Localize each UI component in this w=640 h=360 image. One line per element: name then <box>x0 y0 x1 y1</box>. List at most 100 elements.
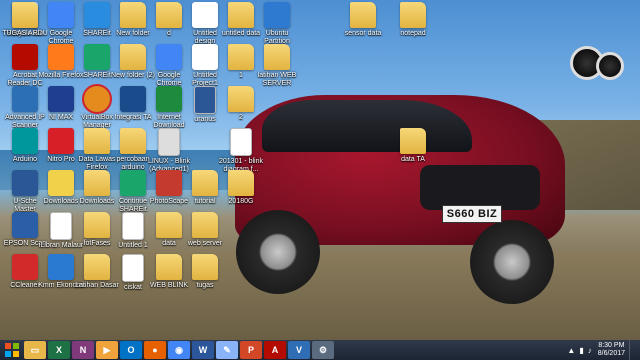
taskbar-word-button[interactable]: W <box>192 341 214 359</box>
file-explorer-icon: ▭ <box>30 344 40 355</box>
taskbar-pinned-apps: ▭ X N ▶ O ● ◉ W ✎ P A V ⚙ <box>24 341 336 359</box>
taskbar-chrome-button[interactable]: ◉ <box>168 341 190 359</box>
desktop-icon-label: 2 <box>239 114 243 121</box>
wallpaper-car-front-wheel <box>470 220 554 304</box>
document-icon <box>230 128 252 156</box>
wallpaper-car-rear-wheel <box>236 210 320 294</box>
desktop-icon-label: 20180G <box>228 198 254 205</box>
taskbar-powerpoint-button[interactable]: P <box>240 341 262 359</box>
app-icon <box>12 254 38 280</box>
folder-icon <box>84 254 110 280</box>
desktop-icon-label: tugas <box>196 282 214 289</box>
taskbar-file-explorer-button[interactable]: ▭ <box>24 341 46 359</box>
cpu-meter-gadget[interactable] <box>566 40 626 82</box>
system-tray: ▲ ▮ ♪ 8:30 PM 8/6/2017 <box>567 340 640 360</box>
desktop-wallpaper: S660 BIZ Recycle Bin Google Chrome SHAREit… <box>0 0 640 340</box>
settings-icon: ⚙ <box>318 344 328 355</box>
folder-icon <box>12 2 38 28</box>
memory-dial <box>596 52 624 80</box>
desktop-icon[interactable]: data TA <box>390 126 436 180</box>
taskbar-onenote-button[interactable]: N <box>72 341 94 359</box>
app-icon <box>12 128 38 154</box>
document-icon <box>158 128 180 156</box>
desktop-icon[interactable]: sensor data <box>340 0 386 54</box>
app-icon <box>156 86 182 112</box>
folder-icon <box>192 254 218 280</box>
network-icon[interactable]: ▮ <box>579 346 583 355</box>
firefox-icon: ● <box>152 345 158 355</box>
clock-time: 8:30 PM <box>598 342 625 349</box>
folder-icon <box>156 254 182 280</box>
paint-icon: ✎ <box>223 344 231 355</box>
folder-icon <box>192 170 218 196</box>
folder-icon <box>264 44 290 70</box>
taskbar-virtualbox-button[interactable]: V <box>288 341 310 359</box>
clock[interactable]: 8:30 PM 8/6/2017 <box>598 342 625 358</box>
folder-icon <box>156 2 182 28</box>
onenote-icon: N <box>79 345 87 355</box>
app-icon <box>84 44 110 70</box>
desktop-icon-label: data TA <box>401 156 425 163</box>
app-icon <box>48 128 74 154</box>
desktop-icon[interactable]: tugas <box>182 252 228 306</box>
app-icon <box>12 170 38 196</box>
app-icon <box>48 2 74 28</box>
taskbar: ▭ X N ▶ O ● ◉ W ✎ P A V ⚙ ▲ ▮ ♪ 8:30 PM 8/6/2017 <box>0 340 640 360</box>
folder-icon <box>120 128 146 154</box>
folder-icon <box>228 44 254 70</box>
app-icon <box>48 86 74 112</box>
app-icon <box>48 254 74 280</box>
start-button[interactable] <box>0 340 24 360</box>
app-icon <box>156 170 182 196</box>
desktop-icon-label: sensor data <box>344 30 382 37</box>
document-icon <box>50 212 72 240</box>
wallpaper-car-grille <box>420 165 540 210</box>
app-icon <box>48 44 74 70</box>
windows-logo-icon <box>5 343 19 357</box>
taskbar-settings-button[interactable]: ⚙ <box>312 341 334 359</box>
taskbar-paint-button[interactable]: ✎ <box>216 341 238 359</box>
desktop-icon[interactable]: notepad <box>390 0 436 54</box>
folder-icon <box>84 170 110 196</box>
folder-icon <box>84 128 110 154</box>
desktop-icon-label: TUGAS ARDU <box>2 30 48 37</box>
app-icon <box>264 2 290 28</box>
volume-icon[interactable]: ♪ <box>588 346 592 355</box>
document-icon <box>122 254 144 282</box>
chrome-icon: ◉ <box>175 344 183 355</box>
taskbar-excel-button[interactable]: X <box>48 341 70 359</box>
app-icon <box>192 2 218 28</box>
taskbar-acrobat-button[interactable]: A <box>264 341 286 359</box>
folder-icon <box>350 2 376 28</box>
app-icon <box>82 84 112 114</box>
app-icon <box>120 86 146 112</box>
folder-icon <box>228 2 254 28</box>
app-icon <box>12 212 38 238</box>
media-player-icon: ▶ <box>103 344 111 355</box>
desktop-icon[interactable]: TUGAS ARDU <box>2 0 48 54</box>
taskbar-firefox-button[interactable]: ● <box>144 341 166 359</box>
folder-icon <box>192 212 218 238</box>
powerpoint-icon: P <box>247 345 254 355</box>
tray-chevron-icon[interactable]: ▲ <box>567 346 575 355</box>
app-icon <box>156 44 182 70</box>
app-icon <box>84 2 110 28</box>
acrobat-icon: A <box>271 345 279 355</box>
virtualbox-icon: V <box>295 345 302 355</box>
app-icon <box>192 44 218 70</box>
desktop-icon-label: notepad <box>400 30 426 37</box>
outlook-icon: O <box>127 345 135 355</box>
folder-icon <box>120 2 146 28</box>
folder-icon <box>228 170 254 196</box>
taskbar-outlook-button[interactable]: O <box>120 341 142 359</box>
folder-icon <box>84 212 110 238</box>
clock-date: 8/6/2017 <box>597 350 625 357</box>
app-icon <box>48 170 74 196</box>
document-icon <box>122 212 144 240</box>
folder-icon <box>120 44 146 70</box>
show-desktop-button[interactable] <box>629 340 636 360</box>
word-icon: W <box>198 345 208 355</box>
taskbar-media-player-button[interactable]: ▶ <box>96 341 118 359</box>
app-icon <box>120 170 146 196</box>
folder-icon <box>156 212 182 238</box>
